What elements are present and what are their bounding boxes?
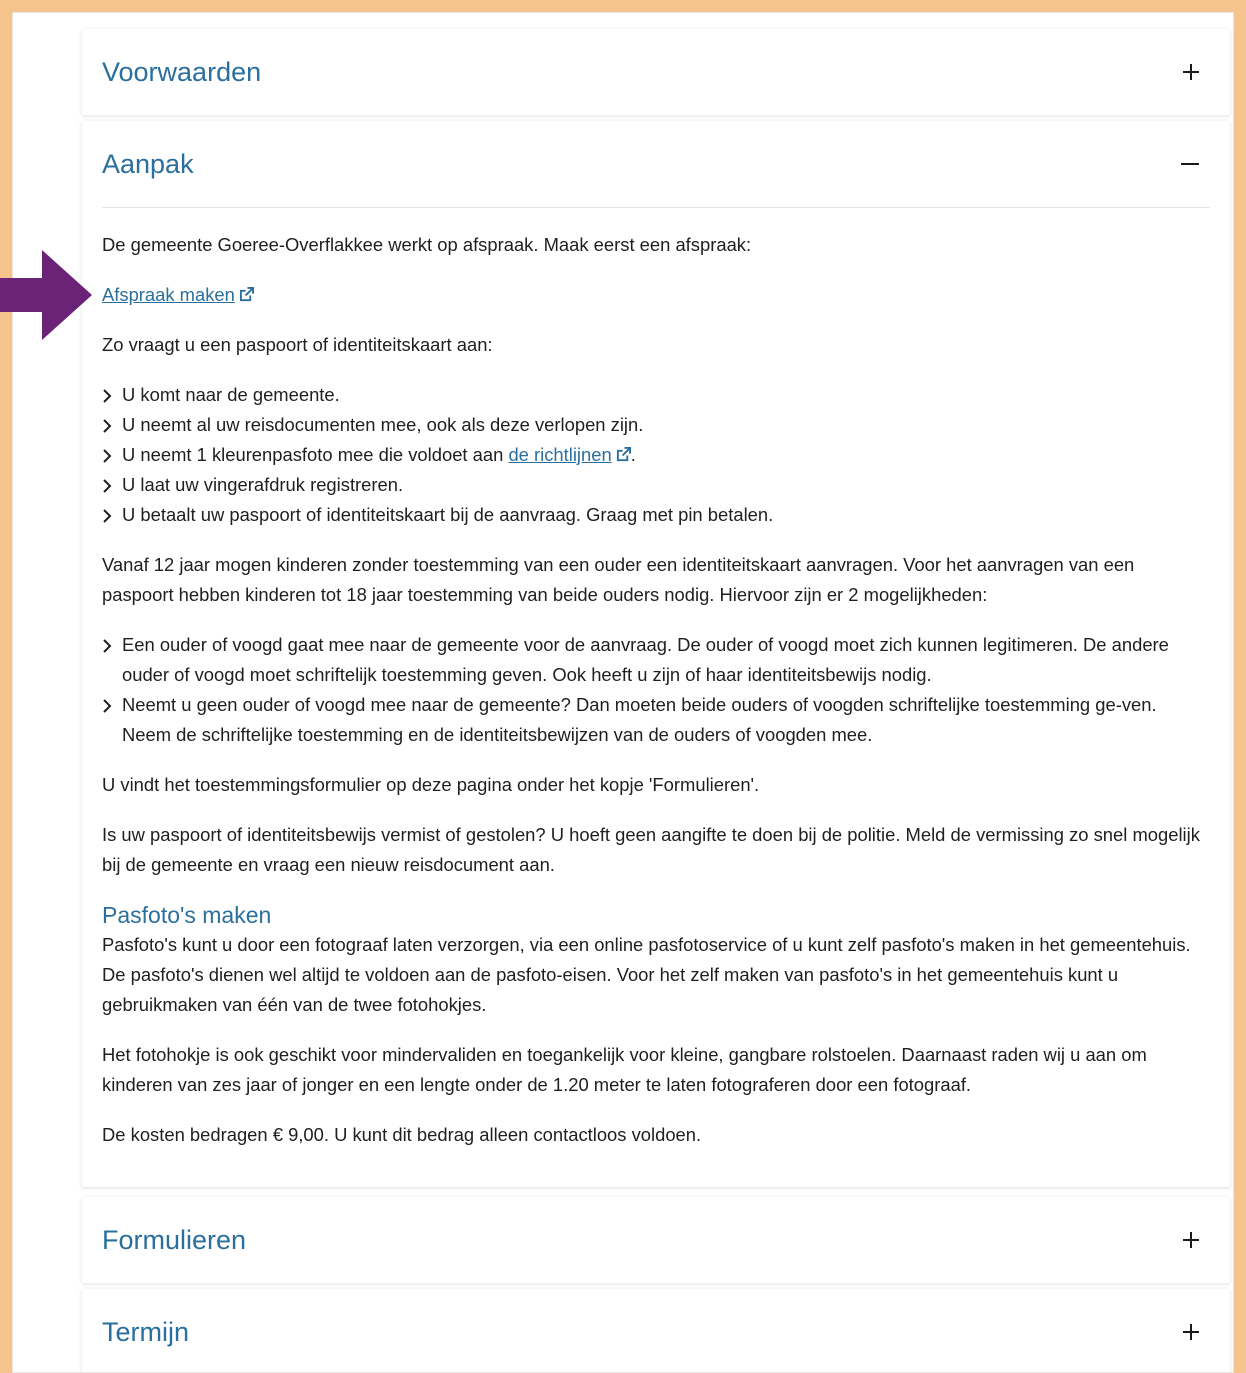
- cost-text: De kosten bedragen € 9,00. U kunt dit be…: [102, 1124, 702, 1145]
- accordion-title: Formulieren: [102, 1224, 247, 1255]
- photo-heading: Pasfoto's maken: [102, 902, 272, 928]
- accordion-header-formulieren[interactable]: Formulieren: [82, 1197, 1230, 1283]
- list-item: Een ouder of voogd gaat mee naar de geme…: [102, 630, 1210, 690]
- how-to-text: Zo vraagt u een paspoort of identiteitsk…: [102, 334, 493, 355]
- arrow-right-icon: [0, 250, 92, 340]
- plus-icon[interactable]: [1180, 61, 1202, 83]
- lost-text: Is uw paspoort of identiteitsbewijs verm…: [102, 824, 1200, 875]
- accordion-formulieren: Formulieren: [82, 1197, 1230, 1283]
- external-link-icon: [239, 287, 254, 302]
- chevron-right-icon: [103, 699, 112, 713]
- page-frame: Voorwaarden Aanpak De gemeente Goeree-Ov…: [12, 12, 1234, 1373]
- booth-text: Het fotohokje is ook geschikt voor minde…: [102, 1044, 1147, 1095]
- accordion-aanpak: Aanpak De gemeente Goeree-Overflakkee we…: [82, 121, 1230, 1187]
- chevron-right-icon: [103, 449, 112, 463]
- list-item: U laat uw vingerafdruk registreren.: [102, 470, 1210, 500]
- list-item: U komt naar de gemeente.: [102, 380, 1210, 410]
- appointment-paragraph: Afspraak maken: [102, 280, 1210, 310]
- chevron-right-icon: [103, 479, 112, 493]
- options-list: Een ouder of voogd gaat mee naar de geme…: [102, 630, 1210, 750]
- step-text: U komt naar de gemeente.: [122, 384, 340, 405]
- list-item: U neemt 1 kleurenpasfoto mee die voldoet…: [102, 440, 1210, 470]
- accordion-header-voorwaarden[interactable]: Voorwaarden: [82, 29, 1230, 115]
- accordion-title: Termijn: [102, 1316, 190, 1347]
- guidelines-link[interactable]: de richtlijnen: [508, 444, 611, 465]
- external-link-icon: [616, 447, 631, 462]
- list-item: Neemt u geen ouder of voogd mee naar de …: [102, 690, 1210, 750]
- photo-text: Pasfoto's kunt u door een fotograaf late…: [102, 934, 1191, 1015]
- accordion-header-aanpak[interactable]: Aanpak: [82, 121, 1230, 207]
- accordion-body: De gemeente Goeree-Overflakkee werkt op …: [82, 208, 1230, 1200]
- accordion-title: Voorwaarden: [102, 56, 262, 87]
- children-text: Vanaf 12 jaar mogen kinderen zonder toes…: [102, 554, 1135, 605]
- step-text: U laat uw vingerafdruk registreren.: [122, 474, 404, 495]
- accordion-title: Aanpak: [102, 148, 194, 179]
- appointment-link[interactable]: Afspraak maken: [102, 284, 235, 305]
- chevron-right-icon: [103, 419, 112, 433]
- chevron-right-icon: [103, 639, 112, 653]
- chevron-right-icon: [103, 389, 112, 403]
- accordion-voorwaarden: Voorwaarden: [82, 29, 1230, 115]
- accordion-termijn: Termijn: [82, 1289, 1230, 1372]
- chevron-right-icon: [103, 509, 112, 523]
- plus-icon[interactable]: [1180, 1229, 1202, 1251]
- form-text: U vindt het toestemmingsformulier op dez…: [102, 774, 760, 795]
- minus-icon[interactable]: [1180, 153, 1202, 175]
- option-text: Een ouder of voogd gaat mee naar de geme…: [122, 634, 1169, 685]
- list-item: U betaalt uw paspoort of identiteitskaar…: [102, 500, 1210, 530]
- plus-icon[interactable]: [1180, 1321, 1202, 1343]
- option-text: Neemt u geen ouder of voogd mee naar de …: [122, 694, 1157, 745]
- step-text: U neemt al uw reisdocumenten mee, ook al…: [122, 414, 644, 435]
- accordion-header-termijn[interactable]: Termijn: [82, 1289, 1230, 1372]
- list-item: U neemt al uw reisdocumenten mee, ook al…: [102, 410, 1210, 440]
- steps-list: U komt naar de gemeente. U neemt al uw r…: [102, 380, 1210, 530]
- intro-text: De gemeente Goeree-Overflakkee werkt op …: [102, 234, 752, 255]
- step-suffix: .: [630, 444, 636, 465]
- step-text: U neemt 1 kleurenpasfoto mee die voldoet…: [122, 444, 509, 465]
- step-text: U betaalt uw paspoort of identiteitskaar…: [122, 504, 774, 525]
